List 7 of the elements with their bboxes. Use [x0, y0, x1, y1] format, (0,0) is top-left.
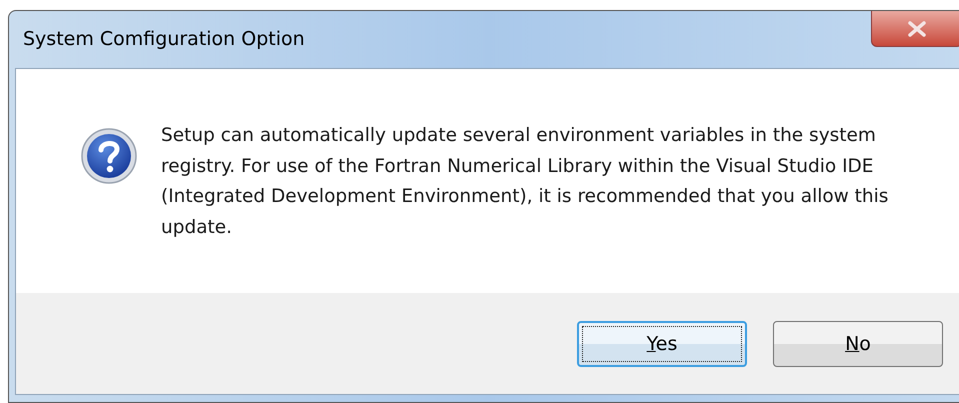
yes-button[interactable]: Yes	[577, 320, 747, 366]
question-icon	[80, 127, 138, 185]
message-text: Setup can automatically update several environment variables in the system registry. For use of the Fortran Numerical Library within the Visual Studio IDE (Integrated Development Environment), it is recommended that you allow this update.	[161, 124, 890, 240]
close-icon	[906, 20, 928, 38]
window-title: System Comfiguration Option	[23, 28, 305, 50]
no-button[interactable]: No	[773, 320, 943, 366]
close-button[interactable]	[871, 11, 959, 47]
